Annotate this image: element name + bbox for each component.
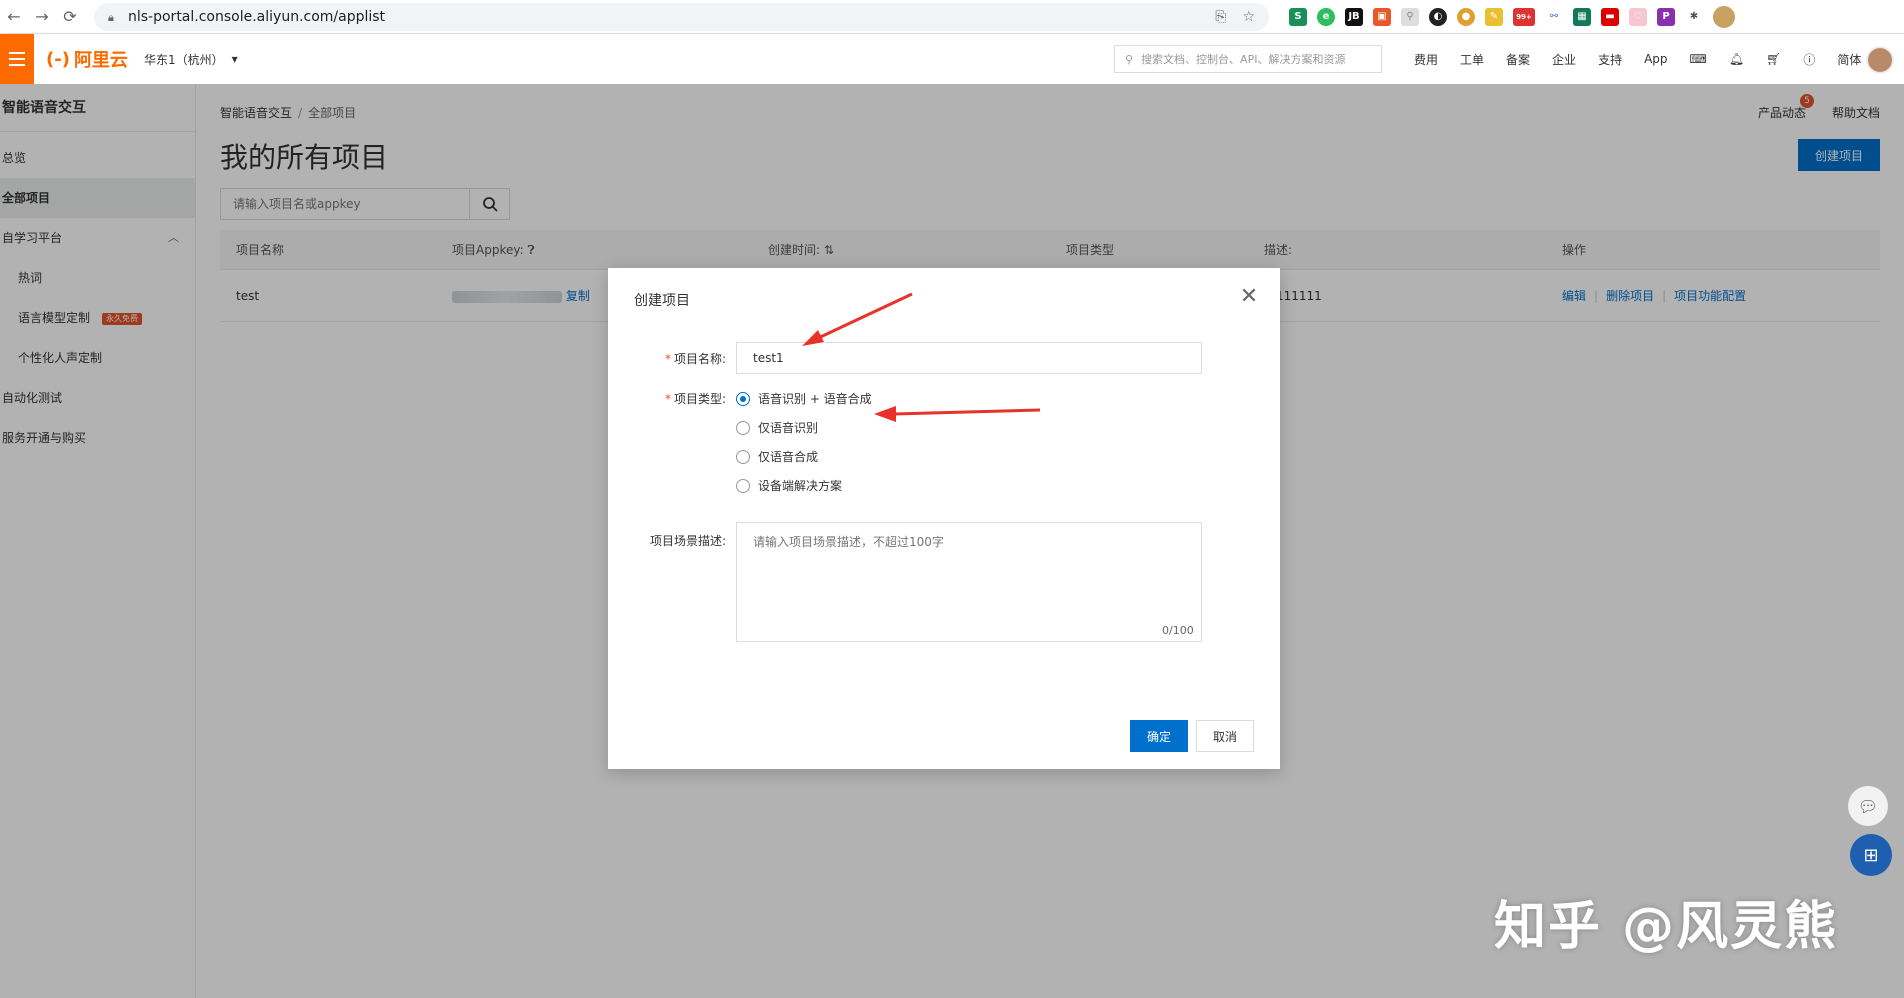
profile-avatar[interactable] [1713,5,1735,28]
extension-icon[interactable]: S [1289,7,1307,26]
lock-icon: 🔒︎ [108,10,114,24]
global-search[interactable]: ⚲ 搜索文档、控制台、API、解决方案和资源 [1114,45,1382,73]
extension-icon[interactable]: ✎ [1485,7,1503,26]
region-selector[interactable]: 华东1（杭州） ▾ [144,51,238,68]
extension-icon[interactable]: ▣ [1373,7,1391,26]
radio-asr-only[interactable]: 仅语音识别 [736,419,818,436]
extension-icon[interactable]: ♡ [1629,7,1647,26]
radio-icon [736,478,750,493]
radio-label: 仅语音识别 [758,421,819,435]
bell-icon[interactable]: 🔔︎ [1729,52,1744,66]
extension-icon[interactable]: ◐ [1429,7,1447,26]
radio-label: 设备端解决方案 [758,479,843,493]
apps-grid-icon[interactable]: ⊞ [1850,834,1892,876]
console-header: (-) 阿里云 华东1（杭州） ▾ ⚲ 搜索文档、控制台、API、解决方案和资源… [0,34,1904,84]
logo-text: 阿里云 [73,50,128,71]
cancel-button[interactable]: 取消 [1196,720,1254,752]
back-icon[interactable]: ← [0,3,28,31]
help-icon[interactable]: ⓘ [1803,51,1815,68]
type-label: * 项目类型: [664,392,726,406]
create-project-dialog: 创建项目 ✕ *项目名称: *项目类型: 语音识别 + 语音合成 仅语音识别 仅… [608,268,1280,769]
link-icon[interactable]: ⚯ [1545,7,1563,26]
chat-icon[interactable]: 💬︎ [1848,786,1888,826]
language-switch[interactable]: 简体 [1837,51,1861,68]
search-icon: ⚲ [1125,52,1134,66]
radio-icon [736,420,750,435]
puzzle-icon[interactable]: ✱ [1685,7,1703,26]
global-search-placeholder: 搜索文档、控制台、API、解决方案和资源 [1141,53,1346,66]
nav-support[interactable]: 支持 [1598,51,1622,68]
aliyun-logo[interactable]: (-) 阿里云 [46,46,128,72]
extension-icon[interactable]: ▬ [1601,7,1619,26]
cookie-icon[interactable]: ● [1457,7,1475,26]
desc-char-counter: 0/100 [1162,624,1194,637]
name-label: * 项目名称: [664,352,726,366]
jetbrains-icon[interactable]: JB [1345,7,1363,26]
header-nav: 费用 工单 备案 企业 支持 App ⌨ 🔔︎ 🛒︎ ⓘ 简体 [1414,34,1861,84]
translate-icon[interactable]: ⎘ [1215,9,1226,25]
extensions-bar: S e JB ▣ ⚲ ◐ ● ✎ 99+ ⚯ ▦ ▬ ♡ P ✱ [1289,5,1735,28]
watermark: 知乎 @风灵熊 [1494,897,1839,957]
radio-icon [736,449,750,464]
terminal-icon[interactable]: ⌨ [1690,52,1707,66]
cart-icon[interactable]: 🛒︎ [1766,52,1781,66]
radio-checked-icon [736,391,750,406]
nav-enterprise[interactable]: 企业 [1552,51,1576,68]
evernote-icon[interactable]: e [1317,7,1335,26]
nav-icp[interactable]: 备案 [1506,51,1530,68]
extension-badge-icon[interactable]: 99+ [1513,7,1535,26]
radio-label: 仅语音合成 [758,450,819,464]
confirm-button[interactable]: 确定 [1130,720,1188,752]
close-icon[interactable]: ✕ [1238,286,1260,308]
radio-device[interactable]: 设备端解决方案 [736,477,842,494]
user-avatar[interactable] [1866,46,1894,74]
url-text: nls-portal.console.aliyun.com/applist [128,8,386,25]
caret-down-icon: ▾ [231,52,238,66]
type-label-text: 项目类型: [673,392,726,406]
nav-fee[interactable]: 费用 [1414,51,1438,68]
reload-icon[interactable]: ⟳ [56,3,84,31]
nav-ticket[interactable]: 工单 [1460,51,1484,68]
region-label: 华东1（杭州） [143,52,224,67]
project-desc-textarea[interactable] [736,522,1202,642]
browser-toolbar: ← → ⟳ 🔒︎ nls-portal.console.aliyun.com/a… [0,0,1904,34]
extension-icon[interactable]: P [1657,7,1675,26]
radio-asr-tts[interactable]: 语音识别 + 语音合成 [736,390,872,407]
radio-label: 语音识别 + 语音合成 [758,392,872,406]
dialog-title: 创建项目 [634,293,690,309]
project-name-input[interactable] [736,342,1202,374]
desc-label: 项目场景描述: [649,534,726,548]
name-label-text: 项目名称: [673,352,726,366]
logo-mark: (-) [46,48,70,70]
forward-icon[interactable]: → [28,3,56,31]
sheet-icon[interactable]: ▦ [1573,7,1591,26]
search-extension-icon[interactable]: ⚲ [1401,7,1419,26]
address-bar[interactable]: 🔒︎ nls-portal.console.aliyun.com/applist… [94,2,1269,31]
radio-tts-only[interactable]: 仅语音合成 [736,448,818,465]
bookmark-star-icon[interactable]: ☆ [1242,9,1255,25]
nav-app[interactable]: App [1644,52,1667,66]
menu-icon[interactable] [0,34,34,84]
